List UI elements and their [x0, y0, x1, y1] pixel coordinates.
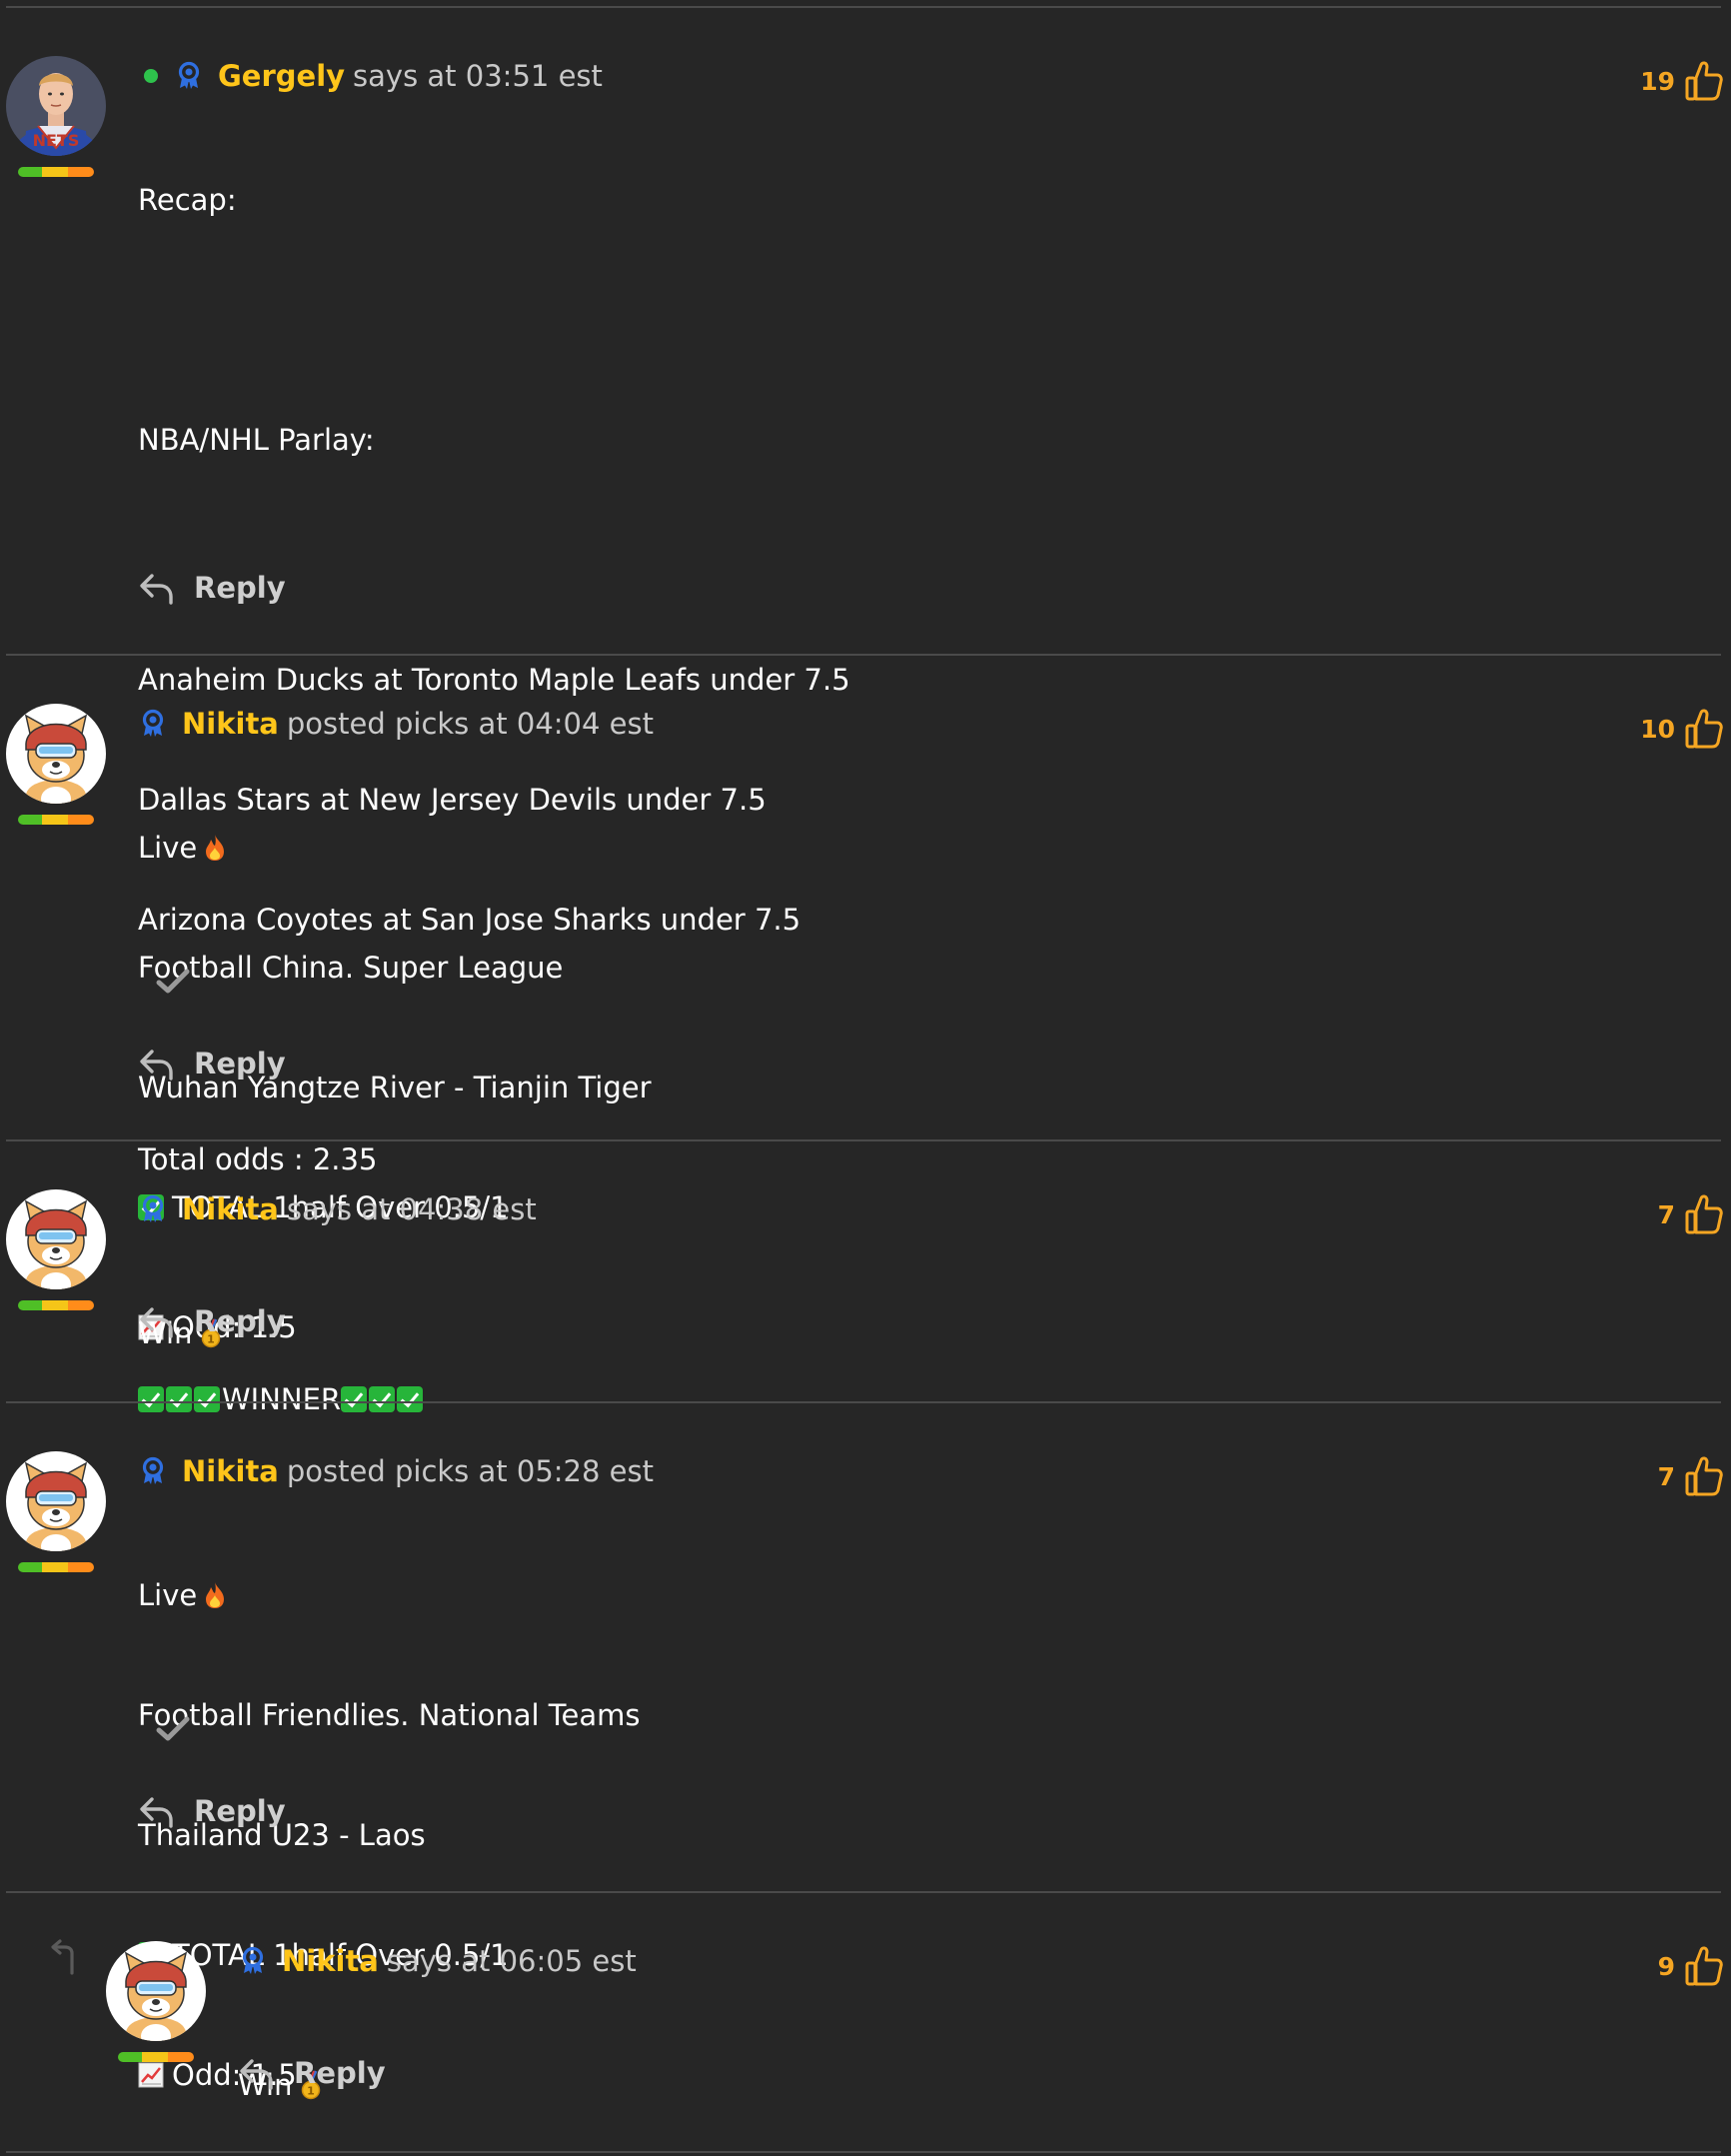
reply-button[interactable]: Reply [138, 1793, 286, 1829]
comment-header: Nikita says at 06:05 est [238, 1943, 637, 1979]
like-count: 7 [1657, 1199, 1675, 1229]
avatar-image[interactable] [6, 1451, 106, 1551]
online-status-icon [144, 69, 158, 83]
like-button[interactable]: 7 [1658, 1193, 1723, 1235]
author-name[interactable]: Gergely [218, 58, 345, 94]
avatar-image[interactable] [6, 704, 106, 804]
like-count: 9 [1657, 1951, 1675, 1981]
avatar-nikita[interactable] [6, 704, 106, 834]
author-name[interactable]: Nikita [182, 706, 279, 742]
text-line: NBA/NHL Parlay: [138, 423, 375, 457]
checkmark-icon [155, 968, 191, 996]
reply-icon [138, 1793, 176, 1829]
text-line: Anaheim Ducks at Toronto Maple Leafs und… [138, 663, 851, 697]
verified-badge-icon [238, 1946, 268, 1976]
reply-label: Reply [294, 2056, 386, 2090]
odd-line: Odd: 1.5 [138, 2055, 641, 2095]
comment-header: Nikita posted picks at 05:28 est [138, 1453, 654, 1489]
like-button[interactable]: 10 [1640, 708, 1723, 750]
reply-icon [138, 1303, 176, 1339]
rating-bar [18, 1300, 94, 1310]
author-name[interactable]: Nikita [182, 1453, 279, 1489]
reply-icon [138, 570, 176, 606]
verified-badge-icon [138, 1194, 168, 1224]
thumbs-up-icon [1685, 1945, 1723, 1987]
author-name[interactable]: Nikita [282, 1943, 379, 1979]
comment-timestamp: says at 03:51 est [353, 59, 603, 93]
text-line: Recap: [138, 183, 237, 217]
thumbs-up-icon [1685, 60, 1723, 102]
comment-feed: Gergely says at 03:51 est Recap: NBA/NHL… [0, 0, 1731, 2156]
comment-header: Gergely says at 03:51 est [144, 58, 603, 94]
comment-timestamp: says at 06:05 est [386, 1944, 637, 1978]
divider [6, 6, 1721, 8]
reply-label: Reply [194, 1047, 286, 1080]
verified-badge-icon [174, 61, 204, 91]
comment-timestamp: posted picks at 05:28 est [286, 1454, 654, 1488]
avatar-nikita[interactable] [6, 1451, 106, 1581]
author-name[interactable]: Nikita [182, 1191, 279, 1227]
text-line: Football Friendlies. National Teams [138, 1698, 641, 1732]
text-line [138, 300, 851, 340]
live-line: Live [138, 828, 652, 868]
live-label: Live [138, 1578, 198, 1612]
rating-bar [18, 1562, 94, 1572]
reply-icon [238, 2055, 276, 2091]
like-count: 10 [1640, 714, 1675, 744]
avatar-image[interactable] [6, 1189, 106, 1289]
like-button[interactable]: 7 [1658, 1455, 1723, 1497]
comment-timestamp: posted picks at 04:04 est [286, 707, 654, 741]
like-button[interactable]: 9 [1658, 1945, 1723, 1987]
reply-button[interactable]: Reply [138, 1303, 286, 1339]
rating-bar [18, 167, 94, 177]
like-count: 7 [1657, 1461, 1675, 1491]
comment-header: Nikita posted picks at 04:04 est [138, 706, 654, 742]
divider [6, 2151, 1721, 2153]
like-button[interactable]: 19 [1640, 60, 1723, 102]
rating-bar [118, 2052, 194, 2062]
avatar-image[interactable] [6, 56, 106, 156]
avatar-gergely[interactable] [6, 56, 106, 186]
divider [6, 1139, 1721, 1141]
reply-label: Reply [194, 1304, 286, 1338]
fire-icon [203, 834, 227, 862]
avatar-image[interactable] [106, 1941, 206, 2041]
verified-badge-icon [138, 709, 168, 739]
divider [6, 654, 1721, 656]
like-count: 19 [1640, 66, 1675, 96]
avatar-nikita[interactable] [6, 1189, 106, 1319]
thumbs-up-icon [1685, 1455, 1723, 1497]
divider [6, 1891, 1721, 1893]
live-line: Live [138, 1575, 641, 1615]
text-line: Football China. Super League [138, 951, 564, 985]
nested-reply-arrow-icon [46, 1937, 86, 1977]
verified-badge-icon [138, 1456, 168, 1486]
comment-header: Nikita says at 04:38 est [138, 1191, 537, 1227]
reply-icon [138, 1046, 176, 1081]
live-label: Live [138, 831, 198, 865]
reply-button[interactable]: Reply [238, 2055, 386, 2091]
reply-label: Reply [194, 571, 286, 605]
reply-button[interactable]: Reply [138, 1046, 286, 1081]
checkmark-icon [155, 1715, 191, 1743]
thumbs-up-icon [1685, 708, 1723, 750]
reply-button[interactable]: Reply [138, 570, 286, 606]
thumbs-up-icon [1685, 1193, 1723, 1235]
fire-icon [203, 1581, 227, 1609]
reply-label: Reply [194, 1794, 286, 1828]
avatar-nikita[interactable] [106, 1941, 206, 2071]
comment-timestamp: says at 04:38 est [286, 1192, 537, 1226]
divider [6, 1401, 1721, 1403]
rating-bar [18, 815, 94, 825]
